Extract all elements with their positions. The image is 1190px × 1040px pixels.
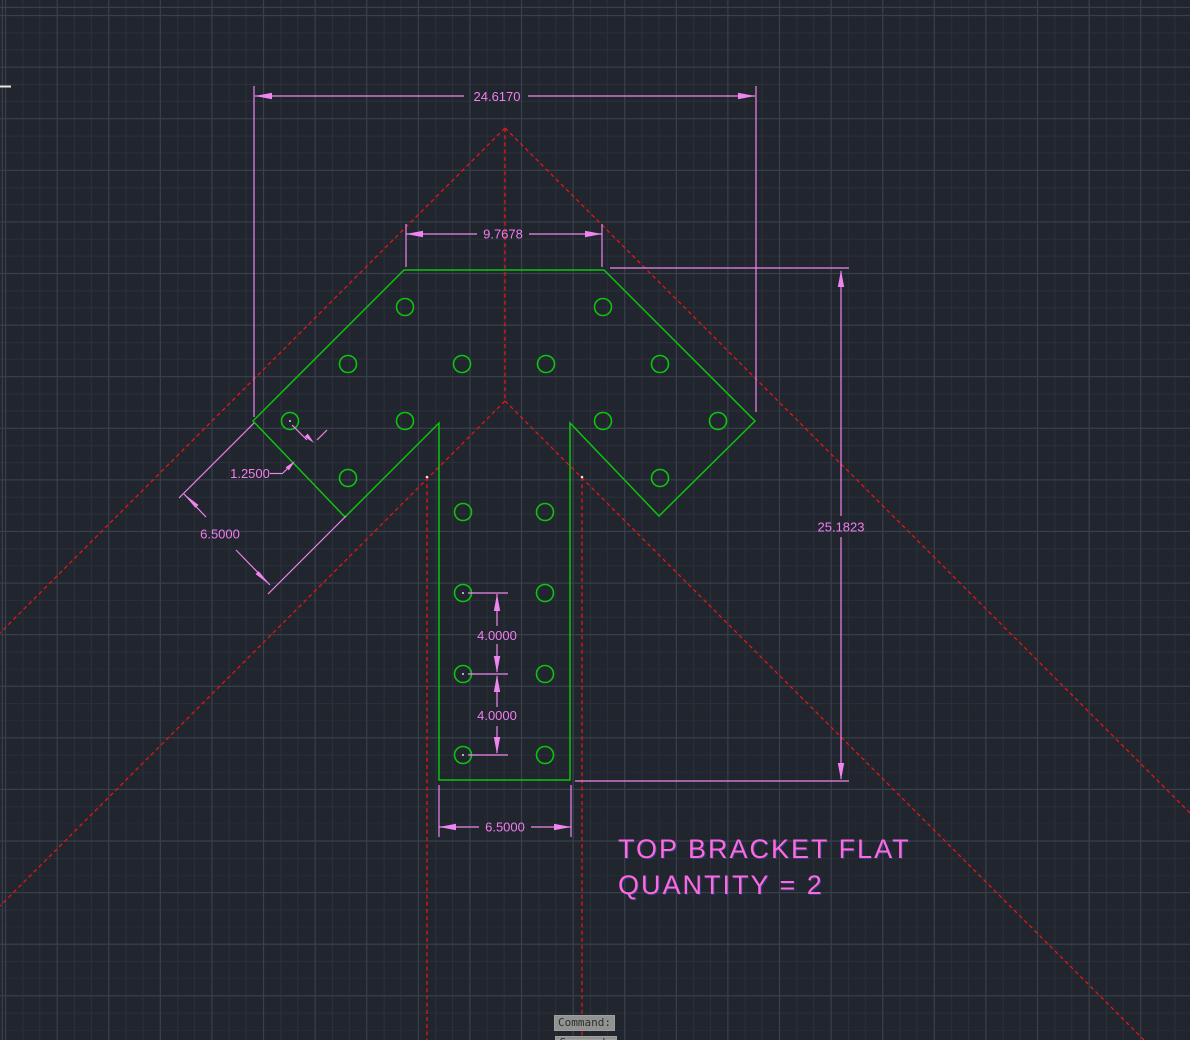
dim-hole-spacing-lower[interactable]: 4.0000	[468, 675, 517, 755]
hole-center-blip	[462, 754, 464, 756]
dim-overall-height[interactable]: 25.1823	[575, 268, 865, 781]
dim-text-top-edge[interactable]: 9.7678	[483, 227, 523, 242]
dim-hole-spacing-upper[interactable]: 4.0000	[468, 593, 517, 674]
hole-circle[interactable]	[537, 585, 554, 602]
hole-center-blip	[289, 420, 291, 422]
title-line2[interactable]: QUANTITY = 2	[618, 870, 824, 900]
hole-circle[interactable]	[397, 299, 414, 316]
dim-text-overall-width[interactable]: 24.6170	[474, 89, 521, 104]
dim-top-edge[interactable]: 9.7678	[406, 224, 602, 267]
dim-text-hole-offset[interactable]: 1.2500	[230, 466, 270, 481]
command-prompt-box[interactable]: Command:	[554, 1015, 615, 1031]
hole-circle[interactable]	[397, 413, 414, 430]
drawing-viewport[interactable]: 24.6170 9.7678 25.1823	[0, 0, 1190, 1040]
title-line1[interactable]: TOP BRACKET FLAT	[618, 834, 911, 864]
hole-circle[interactable]	[595, 299, 612, 316]
construction-inner-right[interactable]	[505, 401, 1144, 1040]
intersection-blip	[426, 476, 429, 479]
intersection-blip	[581, 476, 584, 479]
hole-center-blip	[462, 592, 464, 594]
hole-center-blip	[462, 673, 464, 675]
hole-circle[interactable]	[652, 356, 669, 373]
dim-stem-width[interactable]: 6.5000	[439, 785, 571, 837]
hole-circle[interactable]	[537, 666, 554, 683]
screen-artifact-dash	[0, 86, 11, 88]
hole-circle[interactable]	[537, 747, 554, 764]
dim-text-overall-height[interactable]: 25.1823	[818, 520, 865, 535]
construction-outer-right[interactable]	[505, 128, 1190, 813]
dim-text-hole-spacing-lower[interactable]: 4.0000	[477, 708, 517, 723]
hole-circle[interactable]	[340, 356, 357, 373]
dim-text-hole-spacing-upper[interactable]: 4.0000	[477, 628, 517, 643]
dim-text-stem-width[interactable]: 6.5000	[485, 820, 525, 835]
construction-lines[interactable]	[0, 128, 1190, 1040]
construction-outer-left[interactable]	[0, 128, 505, 633]
title-annotation[interactable]: TOP BRACKET FLAT QUANTITY = 2	[618, 834, 911, 900]
dim-wing-width[interactable]: 6.5000	[179, 423, 346, 594]
command-prompt-box-next[interactable]: Command:	[555, 1036, 617, 1040]
bracket-outline[interactable]	[253, 270, 755, 780]
dim-hole-offset[interactable]: 1.2500	[230, 425, 327, 481]
bracket-geometry[interactable]	[253, 270, 755, 780]
command-prompt-text: Command:	[558, 1016, 611, 1029]
hole-circle[interactable]	[454, 356, 471, 373]
hole-circle[interactable]	[455, 504, 472, 521]
hole-circle[interactable]	[537, 504, 554, 521]
hole-circle[interactable]	[710, 413, 727, 430]
command-prompt-next-text: Command:	[559, 1036, 612, 1040]
hole-circle[interactable]	[538, 356, 555, 373]
hole-circle[interactable]	[595, 413, 612, 430]
dim-text-wing-width[interactable]: 6.5000	[200, 527, 240, 542]
drawing-canvas[interactable]: 24.6170 9.7678 25.1823	[0, 0, 1190, 1040]
hole-circle[interactable]	[340, 470, 357, 487]
hole-circle[interactable]	[652, 470, 669, 487]
